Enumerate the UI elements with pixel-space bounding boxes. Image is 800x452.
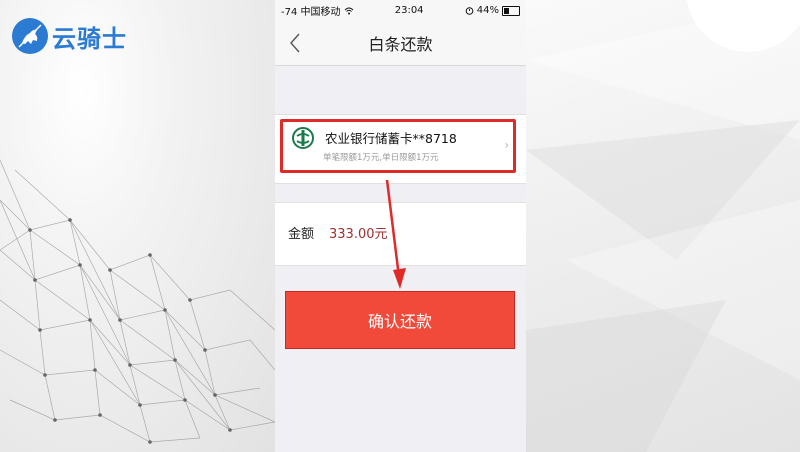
abc-bank-icon bbox=[292, 127, 314, 149]
battery-percent: 44% bbox=[476, 5, 499, 16]
amount-value: 333.00元 bbox=[329, 227, 388, 242]
status-bar: -74 中国移动 23:04 44% bbox=[275, 0, 526, 21]
navigation-bar: 白条还款 bbox=[275, 21, 526, 66]
payment-card-selector[interactable]: 农业银行储蓄卡**8718 单笔限额1万元,单日限额1万元 › bbox=[280, 119, 516, 173]
background-right-panel bbox=[526, 0, 800, 452]
bank-card-limit: 单笔限额1万元,单日限额1万元 bbox=[323, 153, 439, 163]
page-title: 白条还款 bbox=[368, 35, 433, 54]
clock-time: 23:04 bbox=[394, 5, 424, 16]
chevron-right-icon: › bbox=[504, 138, 509, 152]
back-button[interactable] bbox=[283, 29, 307, 57]
amount-label: 金额 bbox=[288, 227, 315, 242]
bank-card-name: 农业银行储蓄卡**8718 bbox=[325, 131, 457, 146]
phone-screen: -74 中国移动 23:04 44% 白条还款 农业银行储蓄卡**8718 单笔… bbox=[275, 0, 526, 452]
knight-icon bbox=[12, 18, 48, 54]
geometric-facets-decoration bbox=[526, 0, 800, 452]
payment-card-section: 农业银行储蓄卡**8718 单笔限额1万元,单日限额1万元 › bbox=[275, 114, 526, 184]
confirm-repayment-button[interactable]: 确认还款 bbox=[285, 291, 515, 349]
network-mesh-decoration bbox=[0, 160, 275, 444]
wifi-icon bbox=[344, 7, 353, 14]
battery-icon bbox=[501, 5, 520, 16]
brand-logo: 云骑士 bbox=[12, 18, 127, 54]
carrier-text: -74 中国移动 bbox=[281, 7, 341, 18]
amount-row: 金额 333.00元 bbox=[275, 202, 526, 266]
brand-name: 云骑士 bbox=[52, 24, 127, 53]
background-left-panel bbox=[0, 0, 275, 452]
chevron-left-icon bbox=[290, 33, 300, 53]
alarm-icon bbox=[465, 7, 474, 15]
